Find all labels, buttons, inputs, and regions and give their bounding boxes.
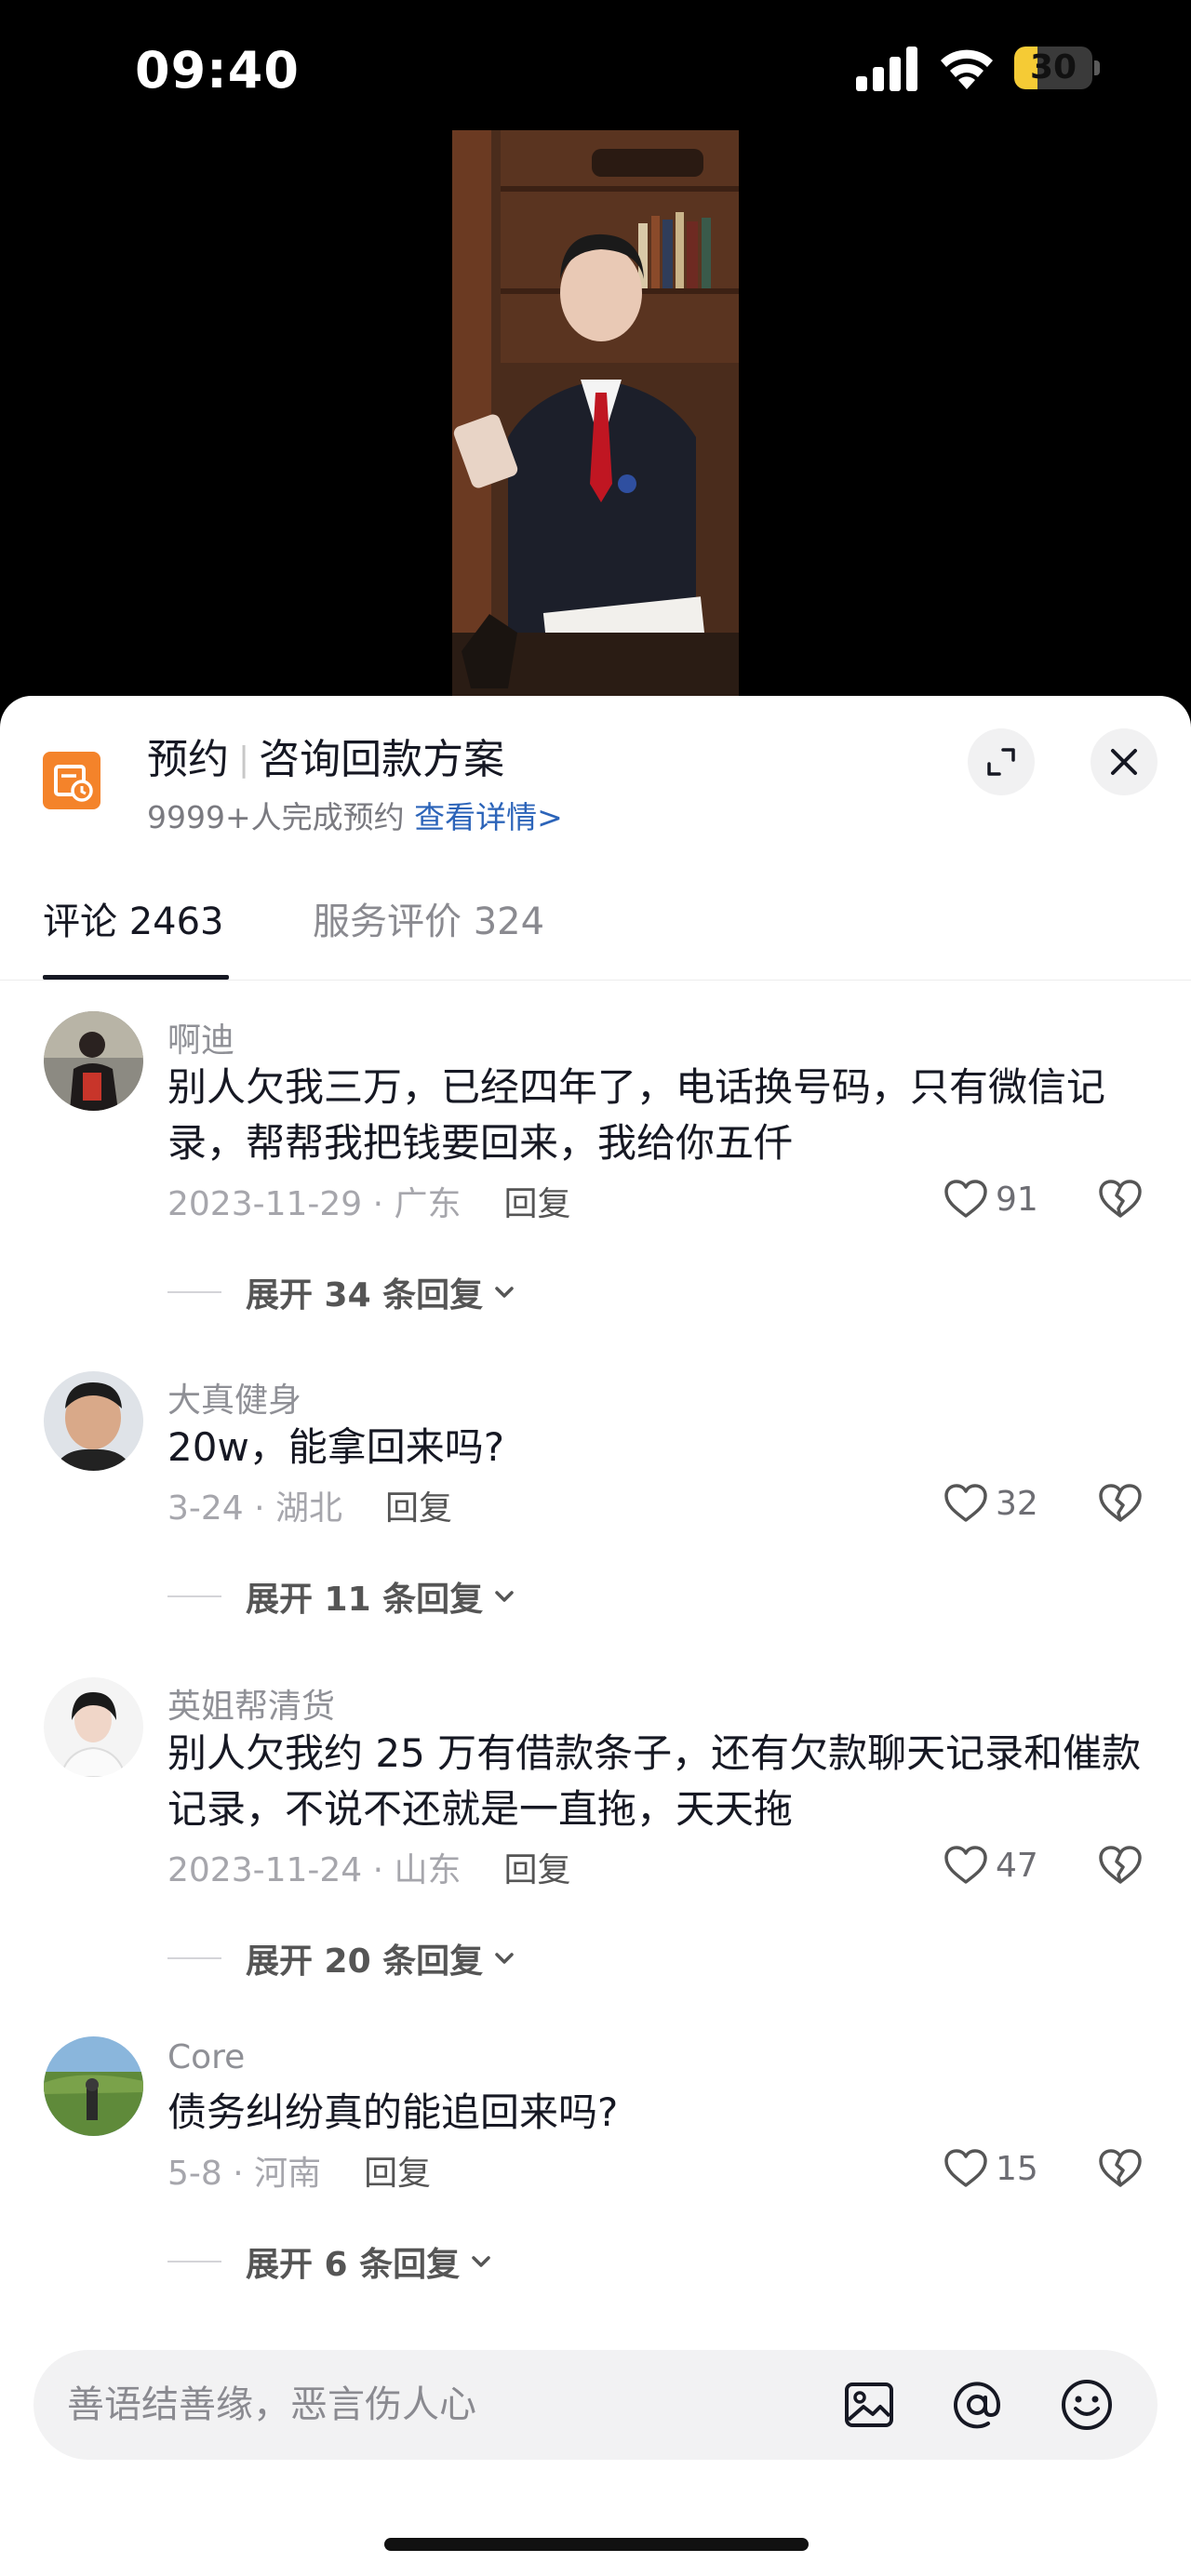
reply-button[interactable]: 回复 bbox=[504, 1851, 571, 1889]
promo-title-secondary: 咨询回款方案 bbox=[259, 736, 505, 783]
tab-comments[interactable]: 评论 2463 bbox=[43, 891, 224, 945]
expand-replies-button[interactable]: 展开 20 条回复 bbox=[167, 1934, 518, 1982]
comment-date-location: 2023-11-29 · 广东 bbox=[167, 1185, 462, 1223]
promo-subtitle: 9999+人完成预约 查看详情> bbox=[147, 793, 563, 837]
comment-username[interactable]: 啊迪 bbox=[167, 1013, 234, 1061]
expand-replies-label: 展开 20 条回复 bbox=[246, 1942, 484, 1981]
expand-divider bbox=[167, 1595, 221, 1597]
video-frame-image bbox=[452, 130, 739, 696]
promo-details-link[interactable]: 查看详情> bbox=[414, 799, 563, 835]
battery-indicator: 30 bbox=[1014, 47, 1100, 89]
promo-title-divider: | bbox=[238, 741, 250, 779]
heart-icon bbox=[944, 1846, 987, 1884]
broken-heart-icon[interactable] bbox=[1096, 1175, 1144, 1223]
chevron-down-icon bbox=[472, 2256, 490, 2267]
wifi-icon bbox=[941, 49, 993, 89]
expand-replies-button[interactable]: 展开 6 条回复 bbox=[167, 2237, 495, 2286]
expand-divider bbox=[167, 2261, 221, 2262]
at-icon[interactable] bbox=[949, 2377, 1005, 2433]
expand-divider bbox=[167, 1957, 221, 1959]
expand-button[interactable] bbox=[968, 728, 1035, 795]
status-bar: 09:40 30 bbox=[0, 0, 1191, 130]
comment-date-location: 2023-11-24 · 山东 bbox=[167, 1851, 462, 1889]
status-time: 09:40 bbox=[135, 41, 300, 100]
comment-meta: 2023-11-29 · 广东 回复 bbox=[167, 1177, 571, 1225]
comment-panel: 预约 | 咨询回款方案 9999+人完成预约 查看详情> 评论 2463 服务评价 … bbox=[0, 696, 1191, 2576]
comment-text: 别人欠我约 25 万有借款条子，还有欠款聊天记录和催款记录，不说不还就是一直拖，… bbox=[167, 1730, 1142, 1832]
like-button[interactable]: 91 bbox=[942, 1175, 1038, 1223]
broken-heart-icon[interactable] bbox=[1096, 1841, 1144, 1889]
emoji-icon[interactable] bbox=[1059, 2377, 1115, 2433]
comment-username[interactable]: 大真健身 bbox=[167, 1373, 301, 1421]
battery-level: 30 bbox=[1029, 48, 1077, 87]
expand-replies-button[interactable]: 展开 34 条回复 bbox=[167, 1268, 518, 1316]
like-button[interactable]: 47 bbox=[942, 1841, 1038, 1889]
chevron-down-icon bbox=[495, 1953, 514, 1964]
promo-count: 9999+人完成预约 bbox=[147, 799, 405, 835]
comment-meta: 5-8 · 河南 回复 bbox=[167, 2146, 431, 2195]
promo-title-primary: 预约 bbox=[147, 736, 229, 783]
expand-replies-button[interactable]: 展开 11 条回复 bbox=[167, 1572, 518, 1621]
active-tab-indicator bbox=[43, 975, 229, 980]
comment-text: 20w，能拿回来吗? bbox=[167, 1424, 505, 1470]
avatar[interactable] bbox=[44, 1011, 143, 1111]
comment-username[interactable]: 英姐帮清货 bbox=[167, 1679, 335, 1728]
avatar[interactable] bbox=[44, 1371, 143, 1471]
expand-replies-label: 展开 34 条回复 bbox=[246, 1276, 484, 1315]
like-count: 47 bbox=[996, 1846, 1038, 1885]
video-player[interactable] bbox=[452, 130, 739, 696]
heart-icon bbox=[944, 1180, 987, 1218]
comment-input-bar bbox=[33, 2350, 1158, 2460]
comment-text: 别人欠我三万，已经四年了，电话换号码，只有微信记录，帮帮我把钱要回来，我给你五仟 bbox=[167, 1064, 1106, 1166]
comment-input[interactable] bbox=[67, 2350, 774, 2460]
heart-icon bbox=[944, 1484, 987, 1522]
chevron-down-icon bbox=[495, 1591, 514, 1602]
expand-replies-label: 展开 6 条回复 bbox=[246, 2246, 461, 2284]
tab-service-reviews[interactable]: 服务评价 324 bbox=[313, 891, 544, 945]
comment-text: 债务纠纷真的能追回来吗? bbox=[167, 2089, 619, 2135]
like-count: 15 bbox=[996, 2149, 1038, 2188]
like-count: 91 bbox=[996, 1180, 1038, 1219]
expand-divider bbox=[167, 1291, 221, 1293]
calendar-clock-icon bbox=[43, 752, 100, 809]
comment-meta: 3-24 · 湖北 回复 bbox=[167, 1481, 452, 1529]
comment-meta: 2023-11-24 · 山东 回复 bbox=[167, 1843, 571, 1891]
avatar[interactable] bbox=[44, 2036, 143, 2136]
promo-title[interactable]: 预约 | 咨询回款方案 bbox=[147, 726, 504, 785]
avatar[interactable] bbox=[44, 1677, 143, 1777]
like-count: 32 bbox=[996, 1484, 1038, 1523]
reply-button[interactable]: 回复 bbox=[385, 1489, 452, 1528]
broken-heart-icon[interactable] bbox=[1096, 2144, 1144, 2193]
image-icon[interactable] bbox=[841, 2377, 897, 2433]
broken-heart-icon[interactable] bbox=[1096, 1479, 1144, 1528]
comment-date-location: 3-24 · 湖北 bbox=[167, 1489, 343, 1528]
comment-tabs: 评论 2463 服务评价 324 bbox=[0, 863, 1191, 981]
chevron-down-icon bbox=[495, 1287, 514, 1298]
comment-username[interactable]: Core bbox=[167, 2038, 245, 2076]
like-button[interactable]: 32 bbox=[942, 1479, 1038, 1528]
heart-icon bbox=[944, 2149, 987, 2187]
reply-button[interactable]: 回复 bbox=[504, 1185, 571, 1223]
close-button[interactable] bbox=[1091, 728, 1158, 795]
expand-icon bbox=[987, 748, 1015, 776]
like-button[interactable]: 15 bbox=[942, 2144, 1038, 2193]
close-icon bbox=[1111, 749, 1137, 775]
comment-date-location: 5-8 · 河南 bbox=[167, 2155, 322, 2193]
expand-replies-label: 展开 11 条回复 bbox=[246, 1581, 484, 1619]
cellular-signal-icon bbox=[856, 47, 917, 91]
home-indicator[interactable] bbox=[384, 2538, 809, 2551]
reply-button[interactable]: 回复 bbox=[364, 2155, 431, 2193]
